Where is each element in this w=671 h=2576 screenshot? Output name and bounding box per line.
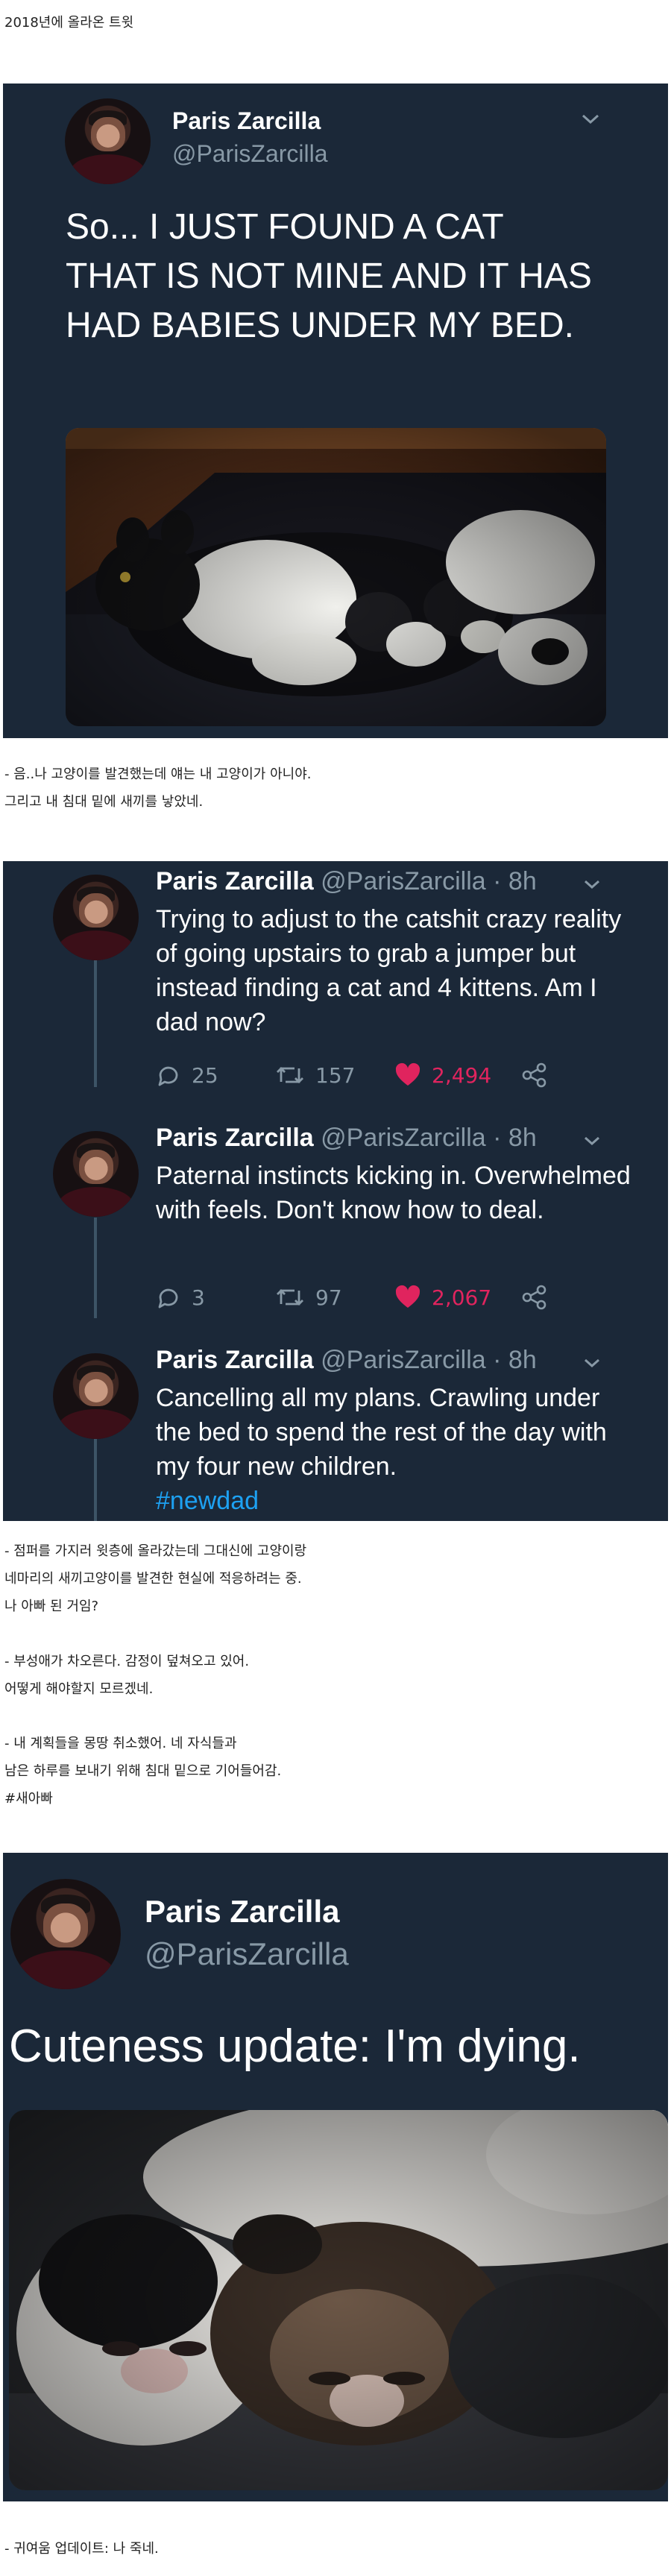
thread-item-1-text: Trying to adjust to the catshit crazy re… xyxy=(156,905,622,1036)
retweet-count: 97 xyxy=(315,1285,342,1310)
thread-item-3-text: Cancelling all my plans. Crawling under … xyxy=(156,1381,633,1518)
avatar[interactable] xyxy=(53,1353,139,1439)
chevron-down-icon[interactable] xyxy=(583,879,601,889)
handle-time[interactable]: @ParisZarcilla · 8h xyxy=(321,1346,537,1374)
sleeping-kittens-photo[interactable] xyxy=(9,2110,668,2490)
thread-card: Paris Zarcilla @ParisZarcilla · 8h Tryin… xyxy=(3,861,668,1521)
reply-count: 25 xyxy=(192,1062,218,1088)
user-handle[interactable]: @ParisZarcilla xyxy=(145,1936,349,1972)
like-count: 2,494 xyxy=(432,1062,492,1088)
caption-tweet1-line2: 그리고 내 침대 밑에 새끼를 낳았네. xyxy=(4,794,204,810)
caption-thread-1: - 점퍼를 가지러 윗층에 올라갔는데 그대신에 고양이랑 네마리의 새끼고양이… xyxy=(4,1543,307,1614)
share-button[interactable] xyxy=(521,1285,546,1310)
caption-bottom: - 귀여움 업데이트: 나 죽네. xyxy=(4,2541,159,2557)
reply-icon xyxy=(158,1066,178,1086)
retweet-button[interactable]: 97 xyxy=(275,1285,394,1310)
chevron-down-icon[interactable] xyxy=(583,1136,601,1146)
display-name[interactable]: Paris Zarcilla xyxy=(156,867,314,895)
thread-item-3-header: Paris Zarcilla @ParisZarcilla · 8h xyxy=(156,1346,537,1375)
retweet-icon xyxy=(277,1067,303,1083)
share-button[interactable] xyxy=(521,1062,546,1088)
like-button[interactable]: 2,494 xyxy=(394,1062,521,1088)
chevron-down-icon[interactable] xyxy=(581,113,600,125)
avatar[interactable] xyxy=(10,1879,121,1989)
tweet-text: So... I JUST FOUND A CAT THAT IS NOT MIN… xyxy=(66,207,592,345)
heart-icon xyxy=(395,1062,420,1086)
tweet-body: Cancelling all my plans. Crawling under … xyxy=(156,1384,607,1481)
retweet-icon xyxy=(277,1289,303,1306)
caption-top: 2018년에 올라온 트윗 xyxy=(4,15,134,31)
thread-item-1-actions: 25 157 2,494 xyxy=(156,1062,546,1088)
heart-icon xyxy=(395,1285,420,1308)
thread-connector xyxy=(94,960,97,1087)
thread-item-2-header: Paris Zarcilla @ParisZarcilla · 8h xyxy=(156,1124,537,1153)
display-name[interactable]: Paris Zarcilla xyxy=(156,1346,314,1374)
user-handle[interactable]: @ParisZarcilla xyxy=(172,140,328,168)
thread-item-1-header: Paris Zarcilla @ParisZarcilla · 8h xyxy=(156,867,537,896)
cat-with-kittens-photo[interactable] xyxy=(66,428,606,726)
reply-button[interactable]: 3 xyxy=(156,1285,275,1310)
retweet-count: 157 xyxy=(315,1062,356,1088)
like-button[interactable]: 2,067 xyxy=(394,1285,521,1310)
thread-connector xyxy=(94,1439,97,1521)
tweet-text: Cuteness update: I'm dying. xyxy=(9,2021,581,2072)
tweet-3-card: Paris Zarcilla @ParisZarcilla Cuteness u… xyxy=(3,1853,668,2501)
chevron-down-icon[interactable] xyxy=(583,1358,601,1368)
reply-button[interactable]: 25 xyxy=(156,1062,275,1088)
avatar[interactable] xyxy=(53,1131,139,1217)
avatar[interactable] xyxy=(65,98,151,184)
caption-thread-2: - 부성애가 차오른다. 감정이 덮쳐오고 있어. 어떻게 해야할지 모르겠네. xyxy=(4,1654,250,1697)
hashtag-link[interactable]: #newdad xyxy=(156,1487,259,1515)
display-name[interactable]: Paris Zarcilla xyxy=(145,1894,340,1930)
thread-connector xyxy=(94,1218,97,1318)
retweet-button[interactable]: 157 xyxy=(275,1062,394,1088)
thread-item-2-actions: 3 97 2,067 xyxy=(156,1285,546,1310)
caption-tweet1-line1: - 음..나 고양이를 발견했는데 얘는 내 고양이가 아니야. xyxy=(4,766,312,782)
display-name[interactable]: Paris Zarcilla xyxy=(156,1124,314,1152)
display-name[interactable]: Paris Zarcilla xyxy=(172,107,321,135)
reply-icon xyxy=(158,1288,178,1309)
tweet-1-card: Paris Zarcilla @ParisZarcilla So... I JU… xyxy=(3,84,668,738)
handle-time[interactable]: @ParisZarcilla · 8h xyxy=(321,867,537,895)
share-icon xyxy=(522,1285,546,1310)
reply-count: 3 xyxy=(192,1285,205,1310)
like-count: 2,067 xyxy=(432,1285,492,1310)
thread-item-2-text: Paternal instincts kicking in. Overwhelm… xyxy=(156,1162,631,1224)
handle-time[interactable]: @ParisZarcilla · 8h xyxy=(321,1124,537,1152)
share-icon xyxy=(522,1062,546,1088)
caption-thread-3: - 내 계획들을 몽땅 취소했어. 네 자식들과 남은 하루를 보내기 위해 침… xyxy=(4,1736,282,1807)
avatar[interactable] xyxy=(53,875,139,960)
